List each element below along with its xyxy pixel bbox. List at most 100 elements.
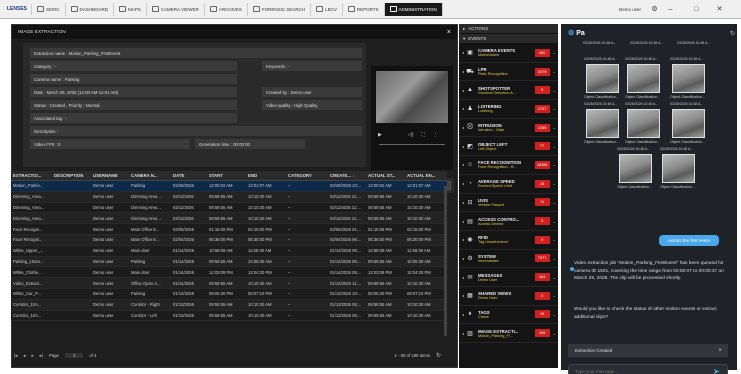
event-thumbnail[interactable] [672,64,705,93]
chevron-down-icon[interactable]: ⌄ [553,256,556,261]
event-item[interactable]: ◂ ▤ ACCESS CONTRO... Access Denied 9 ⌄ [459,212,558,231]
table-row[interactable]: Corridor_10A... Demo user Corridor - Left 0… [11,310,447,322]
event-thumbnail[interactable] [619,154,652,183]
table-row[interactable]: Dimming_Area... Demo user Dimming Area ...… [11,191,447,203]
tab-maps[interactable]: MAPS [114,2,147,16]
table-row[interactable]: White_Upper_... Demo user Main door 01/14/2… [11,245,447,257]
chevron-down-icon[interactable]: ⌄ [553,181,556,186]
expand-icon[interactable]: ◂ [462,293,464,298]
expand-icon[interactable]: ◂ [462,69,464,74]
column-header[interactable]: START [207,171,246,180]
column-header[interactable]: CATEGORY [286,171,328,180]
expand-icon[interactable]: ◂ [462,106,464,111]
prev-page-icon[interactable]: ◂ [23,353,25,359]
event-item[interactable]: ◂ ⊟ UVIS Vehicle Passed 11 ⌄ [459,194,558,213]
table-row[interactable]: Dimming_Area... Demo user Dimming Area ...… [11,213,447,225]
expand-icon[interactable]: ◂ [462,88,464,93]
expand-icon[interactable]: ◂ [462,125,464,130]
event-thumbnail[interactable] [627,64,660,93]
column-header[interactable]: CREATE... ↓ [328,171,366,180]
volume-icon[interactable]: ◁) [408,132,414,138]
chevron-down-icon[interactable]: ⌄ [553,293,556,298]
table-row[interactable]: Corridor_10A... Demo user Corridor - Right… [11,299,447,311]
more-icon[interactable]: ⋮ [433,132,438,138]
refresh-icon[interactable]: ↻ [436,352,441,359]
play-icon[interactable]: ▶ [378,132,382,138]
event-item[interactable]: ◂ ⛒ INTRUSION Intrusion - Gate 1355 ⌄ [459,119,558,138]
first-page-icon[interactable]: |◂ [14,353,17,359]
event-item[interactable]: ◂ ⛟ LPR Plate Recognition 3479 ⌄ [459,63,558,82]
associated-tag-field[interactable]: Associated tag : - [30,113,237,123]
table-row[interactable]: Face Recogni... Demo user Main Office E...… [11,224,447,235]
tab-camera-viewer[interactable]: CAMERA VIEWER [147,2,205,16]
event-item[interactable]: ◂ ▣ CAMERA EVENTS MotionAlarm 400 ⌄ [459,44,558,63]
chevron-down-icon[interactable]: ⌄ [553,162,556,167]
tab-forensic-search[interactable]: FORENSIC SEARCH [248,2,312,16]
chevron-down-icon[interactable]: ⌄ [553,237,556,242]
expand-icon[interactable]: ◂ [462,144,464,149]
expand-icon[interactable]: ◂ [462,181,464,186]
actions-header[interactable]: ▸ ACTIONS [459,24,558,34]
event-item[interactable]: ◂ ♟ LOITERING Loitering 2707 ⌄ [459,100,558,119]
tab-archives[interactable]: ARCHIVES [205,2,248,16]
chevron-down-icon[interactable]: ⌄ [553,106,556,111]
chat-input[interactable] [568,364,728,374]
column-header[interactable]: USERNAME [91,171,129,180]
expand-icon[interactable]: ◂ [462,50,464,55]
expand-icon[interactable]: ◂ [462,275,464,280]
events-header[interactable]: ▾ EVENTS [459,34,558,44]
tab-dashboard[interactable]: DASHBOARD [66,2,115,16]
chevron-down-icon[interactable]: ⌄ [553,219,556,224]
table-row[interactable]: White_Clothe... Demo user Main door 01/14/2… [11,267,447,279]
column-header[interactable]: DESCRIPTION [52,171,91,180]
event-item[interactable]: ◂ ✉ MESSAGES Demo User 164 ⌄ [459,268,558,287]
event-item[interactable]: ◂ ◩ OBJECT LEFT Left Object 77 ⌄ [459,137,558,157]
chevron-down-icon[interactable]: ⌄ [553,125,556,130]
column-header[interactable]: EXTRACTIO... [11,171,52,180]
event-item[interactable]: ◂ ⬧ TAGS Check 19 ⌄ [459,306,558,325]
event-item[interactable]: ◂ ☺ FACE RECOGNITION Face Recognition - B..… [459,156,558,175]
event-item[interactable]: ◂ ⚙ SYSTEM Immovables 7377 ⌄ [459,250,558,269]
column-header[interactable]: ACTUAL EN... [405,171,447,180]
column-header[interactable]: ACTUAL ST... [366,171,405,180]
column-header[interactable]: DATE [171,171,207,180]
event-thumbnail[interactable] [672,109,705,138]
expand-icon[interactable]: ◂ [462,331,464,336]
event-thumbnail[interactable] [662,154,695,183]
expand-icon[interactable]: ◂ [462,312,464,317]
table-row[interactable]: White_Car_P... Demo user Parking 01/13/2026… [11,288,447,300]
tab-administration[interactable]: ADMINISTRATION [384,2,443,16]
table-scrollbar[interactable] [444,186,447,336]
event-thumbnail[interactable] [586,109,619,138]
column-header[interactable]: CAMERA N... [129,171,171,180]
event-thumbnail[interactable] [627,109,660,138]
extraction-name-field[interactable]: Extraction name : Motion_Parking_FirstEv… [30,48,362,58]
expand-icon[interactable]: ◂ [462,162,464,167]
chevron-down-icon[interactable]: ⌄ [553,50,556,55]
category-field[interactable]: Category : - [30,61,237,71]
table-row[interactable]: Video_Extract... Demo user Office Open A..… [11,278,447,289]
event-item[interactable]: ◂ ▲ SHOTSPOTTER Gunshot Detection A... 9 ⌄ [459,81,558,101]
tab-reports[interactable]: REPORTS [343,2,385,16]
table-row[interactable]: Dimming_Area... Demo user Dimming Area ...… [11,202,447,214]
chevron-down-icon[interactable]: ⌄ [553,144,556,149]
chevron-down-icon[interactable]: ⌄ [553,88,556,93]
minimize-icon[interactable]: – [664,3,677,15]
chevron-down-icon[interactable]: ⌄ [553,331,556,336]
keywords-field[interactable]: Keywords : - [262,61,362,71]
event-item[interactable]: ◂ ◔ AVERAGE SPEED Exceed Speed Limit 18 ⌄ [459,175,558,194]
expand-icon[interactable]: ◂ [462,256,464,261]
panel-close-icon[interactable]: × [447,29,451,36]
video-progress-bar[interactable] [379,144,445,145]
page-input[interactable]: 1 [64,353,84,358]
event-item[interactable]: ◂ ◉ RFID Tag Unauthorized 9 ⌄ [459,231,558,250]
column-header[interactable]: END [246,171,286,180]
event-thumbnail[interactable] [586,64,619,93]
last-page-icon[interactable]: ▸| [40,353,43,359]
expand-icon[interactable]: ◂ [462,237,464,242]
settings-icon[interactable]: ⚙ [648,3,661,15]
fullscreen-icon[interactable]: ⛶ [421,132,425,138]
tab-smoc[interactable]: SMOC [32,2,66,16]
chevron-down-icon[interactable]: ⌄ [553,275,556,280]
event-item[interactable]: ◂ ▨ IMAGE EXTRACTI... Motion_Parking_Fi... 1… [459,324,558,343]
